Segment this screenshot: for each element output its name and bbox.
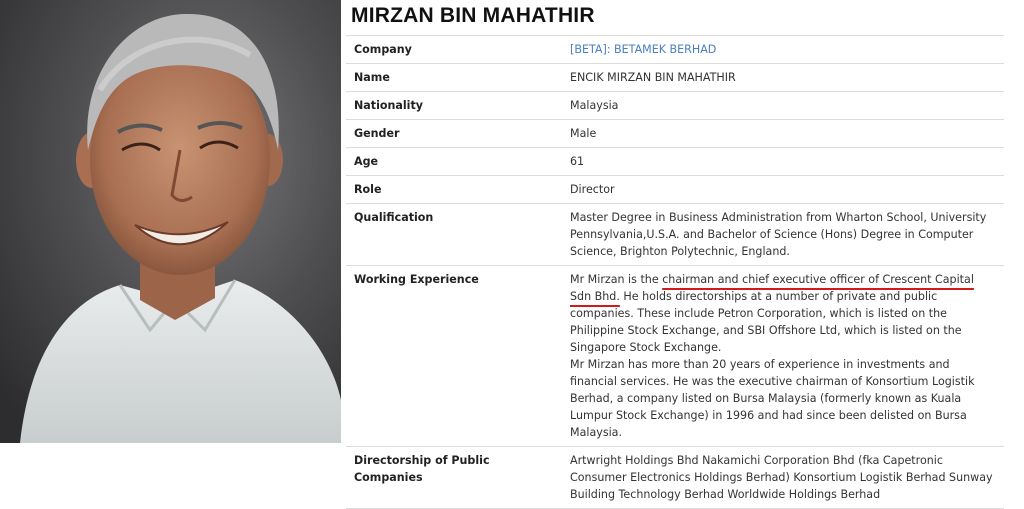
name-value: ENCIK MIRZAN BIN MAHATHIR: [562, 63, 1004, 92]
table-row: Qualification Master Degree in Business …: [346, 203, 1004, 266]
qualification-label: Qualification: [346, 203, 562, 266]
profile-table: Company [BETA]: BETAMEK BERHAD Name ENCI…: [346, 35, 1004, 509]
table-row: Name ENCIK MIRZAN BIN MAHATHIR: [346, 63, 1004, 92]
table-row: Directorship of Public Companies Artwrig…: [346, 446, 1004, 509]
nationality-label: Nationality: [346, 91, 562, 120]
role-value: Director: [562, 175, 1004, 204]
working-experience-label: Working Experience: [346, 265, 562, 447]
role-label: Role: [346, 175, 562, 204]
qualification-value: Master Degree in Business Administration…: [562, 203, 1004, 266]
company-label: Company: [346, 35, 562, 64]
company-link[interactable]: [BETA]: BETAMEK BERHAD: [570, 43, 716, 56]
gender-label: Gender: [346, 119, 562, 148]
age-label: Age: [346, 147, 562, 176]
working-experience-value: Mr Mirzan is the chairman and chief exec…: [562, 265, 1004, 447]
table-row: Nationality Malaysia: [346, 91, 1004, 120]
age-value: 61: [562, 147, 1004, 176]
directorship-value: Artwright Holdings Bhd Nakamichi Corpora…: [562, 446, 1004, 509]
portrait-photo: [0, 0, 341, 443]
page-title: MIRZAN BIN MAHATHIR: [351, 4, 595, 27]
name-label: Name: [346, 63, 562, 92]
table-row: Gender Male: [346, 119, 1004, 148]
nationality-value: Malaysia: [562, 91, 1004, 120]
table-row: Age 61: [346, 147, 1004, 176]
table-row: Role Director: [346, 175, 1004, 204]
table-row: Company [BETA]: BETAMEK BERHAD: [346, 35, 1004, 64]
gender-value: Male: [562, 119, 1004, 148]
directorship-label: Directorship of Public Companies: [346, 446, 562, 509]
experience-paragraph-2: Mr Mirzan has more than 20 years of expe…: [570, 358, 975, 439]
table-row: Working Experience Mr Mirzan is the chai…: [346, 265, 1004, 447]
experience-text: He holds directorships at a number of pr…: [570, 290, 962, 354]
experience-prefix: Mr Mirzan is the: [570, 273, 663, 286]
